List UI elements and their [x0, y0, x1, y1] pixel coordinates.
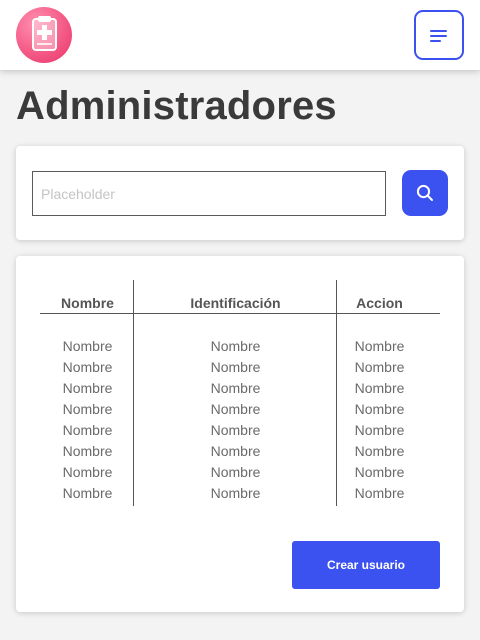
cell-nombre: Nombre: [62, 338, 113, 354]
column-header-accion[interactable]: Accion: [337, 295, 422, 311]
table-body: Nombre Nombre Nombre Nombre Nombre Nombr…: [16, 338, 464, 506]
cell-accion[interactable]: Nombre: [337, 422, 422, 438]
cell-identificacion: Nombre: [210, 422, 261, 438]
table-row[interactable]: Nombre Nombre Nombre: [16, 464, 464, 485]
app-logo[interactable]: [16, 7, 72, 63]
header-divider: [40, 313, 440, 314]
table-row[interactable]: Nombre Nombre Nombre: [16, 443, 464, 464]
cell-accion[interactable]: Nombre: [337, 359, 422, 375]
cell-identificacion: Nombre: [210, 464, 261, 480]
cell-nombre: Nombre: [62, 422, 113, 438]
cell-accion[interactable]: Nombre: [337, 464, 422, 480]
cell-nombre: Nombre: [62, 464, 113, 480]
cell-identificacion: Nombre: [210, 380, 261, 396]
cell-accion[interactable]: Nombre: [337, 401, 422, 417]
cell-nombre: Nombre: [62, 485, 113, 501]
table-row[interactable]: Nombre Nombre Nombre: [16, 401, 464, 422]
cell-nombre: Nombre: [62, 359, 113, 375]
cell-accion[interactable]: Nombre: [337, 338, 422, 354]
cell-identificacion: Nombre: [210, 338, 261, 354]
cell-identificacion: Nombre: [210, 359, 261, 375]
column-header-nombre[interactable]: Nombre: [41, 295, 134, 311]
search-input[interactable]: [32, 171, 386, 216]
column-header-identificacion[interactable]: Identificación: [134, 295, 337, 311]
table-row[interactable]: Nombre Nombre Nombre: [16, 380, 464, 401]
cell-nombre: Nombre: [62, 443, 113, 459]
cell-nombre: Nombre: [62, 380, 113, 396]
cell-identificacion: Nombre: [210, 485, 261, 501]
cell-accion[interactable]: Nombre: [337, 485, 422, 501]
cell-nombre: Nombre: [62, 401, 113, 417]
search-icon: [416, 184, 433, 201]
cell-identificacion: Nombre: [210, 401, 261, 417]
menu-button[interactable]: [414, 10, 464, 60]
hamburger-menu-icon: [430, 30, 447, 42]
table-row[interactable]: Nombre Nombre Nombre: [16, 485, 464, 506]
page-title: Administradores: [16, 84, 337, 128]
cell-identificacion: Nombre: [210, 443, 261, 459]
top-bar: [0, 0, 480, 70]
table-row[interactable]: Nombre Nombre Nombre: [16, 359, 464, 380]
table-row[interactable]: Nombre Nombre Nombre: [16, 338, 464, 359]
search-card: [16, 146, 464, 240]
search-button[interactable]: [402, 170, 448, 216]
clipboard-medical-icon: [32, 16, 57, 51]
table-row[interactable]: Nombre Nombre Nombre: [16, 422, 464, 443]
cell-accion[interactable]: Nombre: [337, 380, 422, 396]
create-user-button[interactable]: Crear usuario: [292, 541, 440, 589]
cell-accion[interactable]: Nombre: [337, 443, 422, 459]
admins-table-card: Nombre Identificación Accion Nombre Nomb…: [16, 256, 464, 612]
